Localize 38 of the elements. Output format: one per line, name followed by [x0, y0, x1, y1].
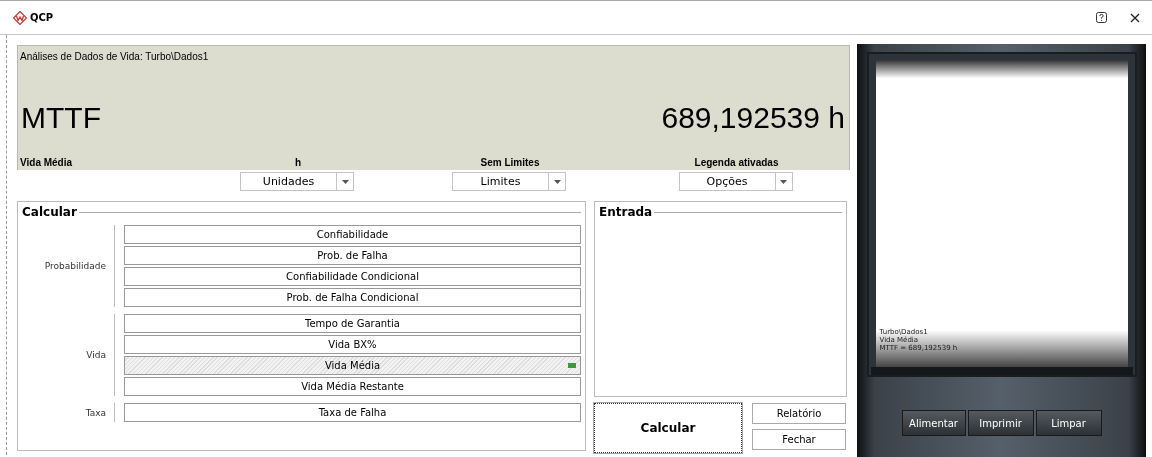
metric-name: MTTF [21, 100, 101, 135]
display-label: Vida Média [19, 157, 74, 168]
action-button[interactable]: Fechar [752, 429, 846, 450]
dropdown[interactable]: Unidades [240, 172, 354, 191]
display-label: h [293, 157, 303, 168]
calculation-button[interactable]: Vida BX% [124, 335, 581, 354]
display-label: Legenda ativadas [693, 157, 780, 168]
panel-title: Entrada [599, 205, 653, 219]
caret-icon [553, 179, 561, 184]
dropdown[interactable]: Limites [452, 172, 566, 191]
window-title: QCP [30, 12, 54, 23]
calculation-button[interactable]: Confiabilidade Condicional [124, 267, 581, 286]
calculation-button[interactable]: Taxa de Falha [124, 403, 581, 422]
calculation-button[interactable]: Tempo de Garantia [124, 314, 581, 333]
printer-button[interactable]: Imprimir [967, 410, 1034, 436]
panel-title: Calcular [22, 205, 77, 219]
display-label: Sem Limites [479, 157, 541, 168]
caret-icon [780, 179, 787, 184]
selected-indicator [568, 363, 576, 368]
group-label: Probabilidade [44, 261, 106, 271]
calculate-button[interactable]: Calcular [594, 403, 742, 453]
logo-icon [13, 10, 27, 25]
printer-button[interactable]: Limpar [1035, 410, 1102, 436]
calculation-button[interactable]: Prob. de Falha Condicional [124, 288, 581, 307]
dropdown[interactable]: Opções [678, 172, 793, 191]
display-header: Análises de Dados de Vida: Turbo\Dados1 [19, 50, 210, 62]
caret-icon [341, 179, 349, 184]
calculation-button[interactable]: Vida Média Restante [124, 377, 581, 396]
group-label: Taxa [85, 407, 106, 418]
close-icon[interactable] [1130, 12, 1140, 23]
metric-value: 689,192539 h [661, 100, 845, 135]
group-label: Vida [86, 350, 106, 360]
printer-button[interactable]: Alimentar [901, 410, 966, 436]
calculation-button[interactable]: Confiabilidade [124, 225, 581, 244]
help-icon[interactable] [1096, 12, 1107, 23]
calculation-button[interactable]: Prob. de Falha [124, 246, 581, 265]
calculation-button[interactable]: Vida Média [124, 356, 581, 375]
action-button[interactable]: Relatório [752, 403, 846, 424]
